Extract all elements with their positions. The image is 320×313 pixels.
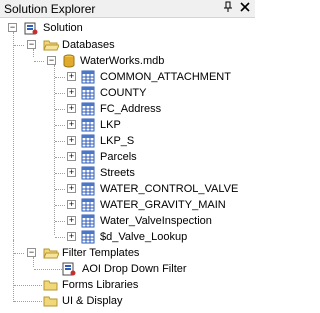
tree-node-filter-templates[interactable]: − Filter Templates xyxy=(0,245,255,261)
tree-node-label: UI & Display xyxy=(62,295,123,307)
title-bar: Solution Explorer xyxy=(0,0,255,18)
tree-node-label: COMMON_ATTACHMENT xyxy=(100,71,231,83)
tree-node-label: Parcels xyxy=(100,151,137,163)
tree-node-label: Solution xyxy=(43,22,83,34)
tree-node-label: LKP_S xyxy=(100,135,135,147)
tree-node-table[interactable]: + LKP xyxy=(0,117,255,133)
pin-icon[interactable] xyxy=(223,1,233,16)
tree-node-database[interactable]: − WaterWorks.mdb xyxy=(0,53,255,69)
tree-node-table[interactable]: + Water_ValveInspection xyxy=(0,213,255,229)
expand-toggle[interactable]: + xyxy=(67,104,76,113)
collapse-toggle[interactable]: − xyxy=(47,56,56,65)
tree-node-label: LKP xyxy=(100,119,121,131)
expand-toggle[interactable]: + xyxy=(67,152,76,161)
tree-node-table[interactable]: + LKP_S xyxy=(0,133,255,149)
expand-toggle[interactable]: + xyxy=(67,200,76,209)
tree-node-table[interactable]: + WATER_CONTROL_VALVE xyxy=(0,181,255,197)
expand-toggle[interactable]: + xyxy=(67,136,76,145)
filter-document-icon xyxy=(62,262,76,276)
table-icon xyxy=(81,118,95,132)
folder-open-icon xyxy=(43,246,60,260)
tree-node-table[interactable]: + $d_Valve_Lookup xyxy=(0,229,255,245)
table-icon xyxy=(81,198,95,212)
table-icon xyxy=(81,134,95,148)
solution-tree: − Solution − Databases − WaterWorks.mdb … xyxy=(0,18,255,309)
close-icon[interactable] xyxy=(240,1,250,15)
tree-node-filter-item[interactable]: AOI Drop Down Filter xyxy=(0,261,255,277)
tree-node-label: AOI Drop Down Filter xyxy=(82,263,187,275)
tree-node-table[interactable]: + COMMON_ATTACHMENT xyxy=(0,69,255,85)
table-icon xyxy=(81,86,95,100)
expand-toggle[interactable]: + xyxy=(67,120,76,129)
folder-icon xyxy=(43,278,58,292)
solution-icon xyxy=(24,21,38,35)
table-icon xyxy=(81,230,95,244)
tree-node-label: Streets xyxy=(100,167,135,179)
tree-node-label: Water_ValveInspection xyxy=(100,215,212,227)
tree-node-table[interactable]: + Streets xyxy=(0,165,255,181)
expand-toggle[interactable]: + xyxy=(67,72,76,81)
tree-node-label: FC_Address xyxy=(100,103,162,115)
tree-node-label: Forms Libraries xyxy=(62,279,139,291)
expand-toggle[interactable]: + xyxy=(67,168,76,177)
tree-node-label: Databases xyxy=(62,39,115,51)
table-icon xyxy=(81,214,95,228)
expand-toggle[interactable]: + xyxy=(67,216,76,225)
collapse-toggle[interactable]: − xyxy=(27,40,36,49)
tree-node-table[interactable]: + FC_Address xyxy=(0,101,255,117)
table-icon xyxy=(81,102,95,116)
tree-node-table[interactable]: + WATER_GRAVITY_MAIN xyxy=(0,197,255,213)
table-icon xyxy=(81,150,95,164)
tree-node-label: WATER_CONTROL_VALVE xyxy=(100,183,239,195)
tree-node-label: $d_Valve_Lookup xyxy=(100,231,188,243)
tree-node-label: WATER_GRAVITY_MAIN xyxy=(100,199,226,211)
collapse-toggle[interactable]: − xyxy=(27,248,36,257)
tree-node-ui-display[interactable]: UI & Display xyxy=(0,293,255,309)
tree-node-table[interactable]: + Parcels xyxy=(0,149,255,165)
table-icon xyxy=(81,182,95,196)
tree-node-databases[interactable]: − Databases xyxy=(0,37,255,53)
table-icon xyxy=(81,70,95,84)
tree-node-label: WaterWorks.mdb xyxy=(80,55,165,67)
expand-toggle[interactable]: + xyxy=(67,184,76,193)
tree-node-table[interactable]: + COUNTY xyxy=(0,85,255,101)
folder-open-icon xyxy=(43,38,60,52)
expand-toggle[interactable]: + xyxy=(67,232,76,241)
database-icon xyxy=(62,54,76,68)
expand-toggle[interactable]: + xyxy=(67,88,76,97)
window-title: Solution Explorer xyxy=(4,2,96,16)
tree-node-forms-libraries[interactable]: Forms Libraries xyxy=(0,277,255,293)
tree-node-label: Filter Templates xyxy=(62,247,140,259)
table-icon xyxy=(81,166,95,180)
tree-node-solution[interactable]: − Solution xyxy=(0,20,255,36)
tree-node-label: COUNTY xyxy=(100,87,147,99)
folder-icon xyxy=(43,294,58,308)
collapse-toggle[interactable]: − xyxy=(8,23,17,32)
